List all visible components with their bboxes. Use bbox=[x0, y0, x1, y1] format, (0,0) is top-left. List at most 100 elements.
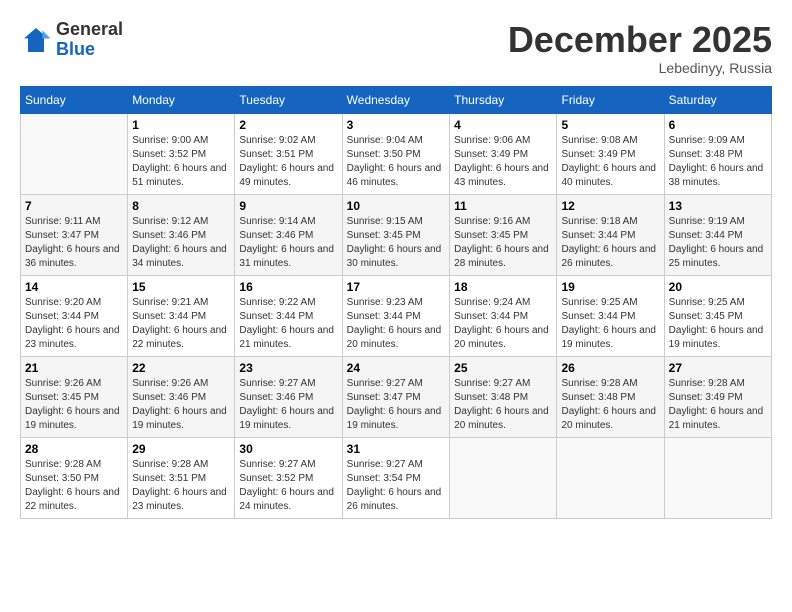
title-block: December 2025 Lebedinyy, Russia bbox=[508, 20, 772, 76]
day-info: Sunrise: 9:25 AM Sunset: 3:44 PM Dayligh… bbox=[561, 296, 659, 352]
calendar-cell: 5 Sunrise: 9:08 AM Sunset: 3:49 PM Daylig… bbox=[557, 113, 664, 194]
day-info: Sunrise: 9:24 AM Sunset: 3:44 PM Dayligh… bbox=[454, 296, 552, 352]
day-info: Sunrise: 9:21 AM Sunset: 3:44 PM Dayligh… bbox=[132, 296, 230, 352]
day-info: Sunrise: 9:00 AM Sunset: 3:52 PM Dayligh… bbox=[132, 134, 230, 190]
day-info: Sunrise: 9:28 AM Sunset: 3:48 PM Dayligh… bbox=[561, 377, 659, 433]
calendar-cell: 14 Sunrise: 9:20 AM Sunset: 3:44 PM Dayli… bbox=[21, 275, 128, 356]
calendar-header: SundayMondayTuesdayWednesdayThursdayFrid… bbox=[21, 86, 772, 113]
calendar-cell: 17Sunrise: 9:23 AM Sunset: 3:44 PM Dayli… bbox=[342, 275, 450, 356]
week-row-3: 14 Sunrise: 9:20 AM Sunset: 3:44 PM Dayli… bbox=[21, 275, 772, 356]
day-number: 14 bbox=[25, 280, 123, 294]
day-number: 2 bbox=[239, 118, 337, 132]
day-number: 1 bbox=[132, 118, 230, 132]
calendar-cell: 10 Sunrise: 9:15 AM Sunset: 3:45 PM Dayli… bbox=[342, 194, 450, 275]
calendar-cell: 24Sunrise: 9:27 AM Sunset: 3:47 PM Dayli… bbox=[342, 356, 450, 437]
weekday-wednesday: Wednesday bbox=[342, 86, 450, 113]
calendar-cell: 25Sunrise: 9:27 AM Sunset: 3:48 PM Dayli… bbox=[450, 356, 557, 437]
day-number: 12 bbox=[561, 199, 659, 213]
calendar-cell: 20 Sunrise: 9:25 AM Sunset: 3:45 PM Dayli… bbox=[664, 275, 771, 356]
weekday-friday: Friday bbox=[557, 86, 664, 113]
logo-text: General Blue bbox=[56, 20, 123, 60]
calendar-cell: 30Sunrise: 9:27 AM Sunset: 3:52 PM Dayli… bbox=[235, 437, 342, 518]
day-number: 29 bbox=[132, 442, 230, 456]
day-number: 3 bbox=[347, 118, 446, 132]
calendar-cell: 27 Sunrise: 9:28 AM Sunset: 3:49 PM Dayli… bbox=[664, 356, 771, 437]
weekday-sunday: Sunday bbox=[21, 86, 128, 113]
day-info: Sunrise: 9:11 AM Sunset: 3:47 PM Dayligh… bbox=[25, 215, 123, 271]
day-info: Sunrise: 9:20 AM Sunset: 3:44 PM Dayligh… bbox=[25, 296, 123, 352]
day-number: 13 bbox=[669, 199, 767, 213]
day-number: 30 bbox=[239, 442, 337, 456]
day-info: Sunrise: 9:09 AM Sunset: 3:48 PM Dayligh… bbox=[669, 134, 767, 190]
calendar-cell: 15 Sunrise: 9:21 AM Sunset: 3:44 PM Dayli… bbox=[128, 275, 235, 356]
day-number: 26 bbox=[561, 361, 659, 375]
day-number: 8 bbox=[132, 199, 230, 213]
calendar-cell bbox=[664, 437, 771, 518]
day-number: 22 bbox=[132, 361, 230, 375]
day-number: 23 bbox=[239, 361, 337, 375]
day-info: Sunrise: 9:28 AM Sunset: 3:51 PM Dayligh… bbox=[132, 458, 230, 514]
day-number: 4 bbox=[454, 118, 552, 132]
calendar-cell: 28 Sunrise: 9:28 AM Sunset: 3:50 PM Dayli… bbox=[21, 437, 128, 518]
day-number: 11 bbox=[454, 199, 552, 213]
calendar-cell: 1 Sunrise: 9:00 AM Sunset: 3:52 PM Daylig… bbox=[128, 113, 235, 194]
day-info: Sunrise: 9:18 AM Sunset: 3:44 PM Dayligh… bbox=[561, 215, 659, 271]
day-number: 18 bbox=[454, 280, 552, 294]
page-header: General Blue December 2025 Lebedinyy, Ru… bbox=[20, 20, 772, 76]
day-number: 28 bbox=[25, 442, 123, 456]
day-number: 20 bbox=[669, 280, 767, 294]
day-number: 16 bbox=[239, 280, 337, 294]
day-info: Sunrise: 9:15 AM Sunset: 3:45 PM Dayligh… bbox=[347, 215, 446, 271]
day-info: Sunrise: 9:12 AM Sunset: 3:46 PM Dayligh… bbox=[132, 215, 230, 271]
day-number: 24 bbox=[347, 361, 446, 375]
day-info: Sunrise: 9:25 AM Sunset: 3:45 PM Dayligh… bbox=[669, 296, 767, 352]
day-info: Sunrise: 9:26 AM Sunset: 3:45 PM Dayligh… bbox=[25, 377, 123, 433]
logo-icon bbox=[20, 24, 52, 56]
day-number: 6 bbox=[669, 118, 767, 132]
calendar-table: SundayMondayTuesdayWednesdayThursdayFrid… bbox=[20, 86, 772, 519]
day-number: 31 bbox=[347, 442, 446, 456]
calendar-cell: 3 Sunrise: 9:04 AM Sunset: 3:50 PM Daylig… bbox=[342, 113, 450, 194]
day-info: Sunrise: 9:28 AM Sunset: 3:49 PM Dayligh… bbox=[669, 377, 767, 433]
day-number: 7 bbox=[25, 199, 123, 213]
week-row-1: 1 Sunrise: 9:00 AM Sunset: 3:52 PM Daylig… bbox=[21, 113, 772, 194]
day-number: 10 bbox=[347, 199, 446, 213]
calendar-cell: 8 Sunrise: 9:12 AM Sunset: 3:46 PM Daylig… bbox=[128, 194, 235, 275]
calendar-cell: 19 Sunrise: 9:25 AM Sunset: 3:44 PM Dayli… bbox=[557, 275, 664, 356]
day-info: Sunrise: 9:04 AM Sunset: 3:50 PM Dayligh… bbox=[347, 134, 446, 190]
day-info: Sunrise: 9:27 AM Sunset: 3:46 PM Dayligh… bbox=[239, 377, 337, 433]
day-number: 5 bbox=[561, 118, 659, 132]
day-number: 15 bbox=[132, 280, 230, 294]
month-title: December 2025 bbox=[508, 20, 772, 60]
calendar-cell bbox=[21, 113, 128, 194]
day-number: 27 bbox=[669, 361, 767, 375]
weekday-saturday: Saturday bbox=[664, 86, 771, 113]
day-info: Sunrise: 9:27 AM Sunset: 3:54 PM Dayligh… bbox=[347, 458, 446, 514]
day-info: Sunrise: 9:08 AM Sunset: 3:49 PM Dayligh… bbox=[561, 134, 659, 190]
calendar-cell: 22 Sunrise: 9:26 AM Sunset: 3:46 PM Dayli… bbox=[128, 356, 235, 437]
weekday-monday: Monday bbox=[128, 86, 235, 113]
day-number: 19 bbox=[561, 280, 659, 294]
day-info: Sunrise: 9:14 AM Sunset: 3:46 PM Dayligh… bbox=[239, 215, 337, 271]
week-row-5: 28 Sunrise: 9:28 AM Sunset: 3:50 PM Dayli… bbox=[21, 437, 772, 518]
day-info: Sunrise: 9:26 AM Sunset: 3:46 PM Dayligh… bbox=[132, 377, 230, 433]
calendar-cell: 26 Sunrise: 9:28 AM Sunset: 3:48 PM Dayli… bbox=[557, 356, 664, 437]
calendar-cell: 9 Sunrise: 9:14 AM Sunset: 3:46 PM Daylig… bbox=[235, 194, 342, 275]
calendar-cell: 13Sunrise: 9:19 AM Sunset: 3:44 PM Dayli… bbox=[664, 194, 771, 275]
calendar-cell bbox=[450, 437, 557, 518]
day-number: 21 bbox=[25, 361, 123, 375]
day-info: Sunrise: 9:28 AM Sunset: 3:50 PM Dayligh… bbox=[25, 458, 123, 514]
calendar-cell: 18 Sunrise: 9:24 AM Sunset: 3:44 PM Dayli… bbox=[450, 275, 557, 356]
calendar-cell: 7 Sunrise: 9:11 AM Sunset: 3:47 PM Daylig… bbox=[21, 194, 128, 275]
week-row-2: 7 Sunrise: 9:11 AM Sunset: 3:47 PM Daylig… bbox=[21, 194, 772, 275]
calendar-cell: 6 Sunrise: 9:09 AM Sunset: 3:48 PM Daylig… bbox=[664, 113, 771, 194]
day-info: Sunrise: 9:22 AM Sunset: 3:44 PM Dayligh… bbox=[239, 296, 337, 352]
calendar-cell: 11 Sunrise: 9:16 AM Sunset: 3:45 PM Dayli… bbox=[450, 194, 557, 275]
day-info: Sunrise: 9:06 AM Sunset: 3:49 PM Dayligh… bbox=[454, 134, 552, 190]
logo-general-text: General bbox=[56, 19, 123, 39]
calendar-cell: 23 Sunrise: 9:27 AM Sunset: 3:46 PM Dayli… bbox=[235, 356, 342, 437]
day-number: 9 bbox=[239, 199, 337, 213]
logo-blue-text: Blue bbox=[56, 39, 95, 59]
calendar-cell: 31 Sunrise: 9:27 AM Sunset: 3:54 PM Dayli… bbox=[342, 437, 450, 518]
day-info: Sunrise: 9:16 AM Sunset: 3:45 PM Dayligh… bbox=[454, 215, 552, 271]
